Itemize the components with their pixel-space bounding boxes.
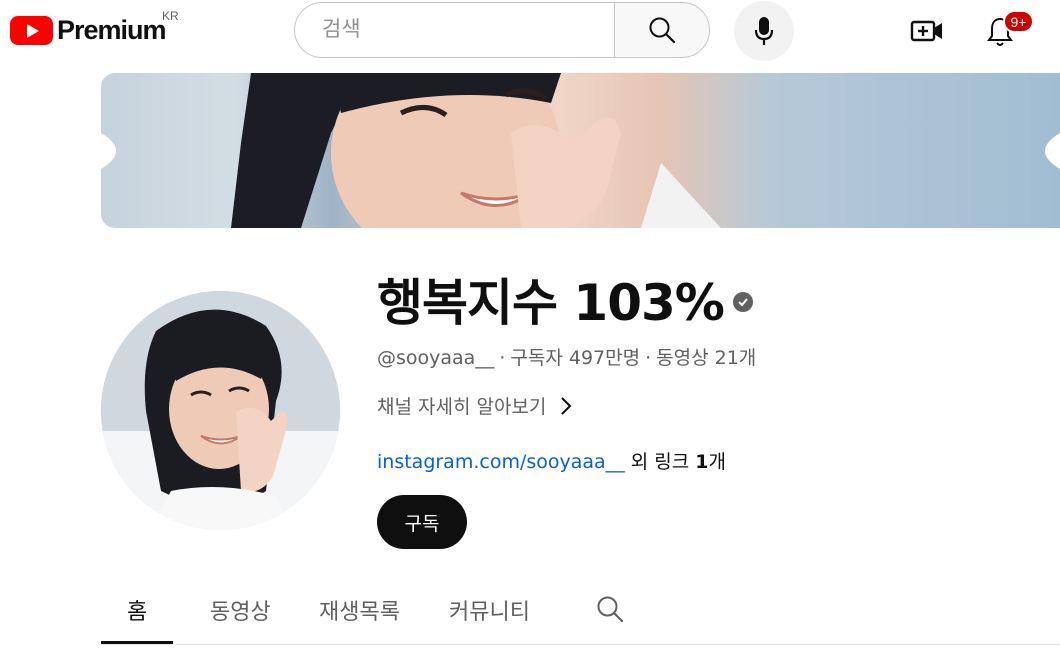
tab-home[interactable]: 홈 bbox=[127, 594, 147, 626]
masthead: Premium KR 9+ bbox=[0, 0, 1060, 64]
logo-text: Premium bbox=[57, 15, 167, 45]
search-icon bbox=[597, 596, 624, 623]
banner-image bbox=[101, 73, 1060, 228]
channel-meta: @sooyaaa__ · 구독자 497만명 · 동영상 21개 bbox=[377, 343, 756, 370]
search-icon bbox=[649, 17, 676, 44]
notification-count-badge: 9+ bbox=[1003, 10, 1034, 33]
mic-icon bbox=[754, 17, 774, 45]
more-links-count[interactable]: 1 bbox=[695, 451, 708, 473]
create-video-icon bbox=[910, 20, 942, 42]
create-button[interactable] bbox=[907, 14, 947, 48]
meta-separator: · bbox=[645, 347, 652, 369]
channel-tabs: 홈 동영상 재생목록 커뮤니티 bbox=[101, 580, 1060, 645]
voice-search-button[interactable] bbox=[734, 1, 794, 61]
channel-banner bbox=[101, 73, 1060, 228]
avatar-image bbox=[101, 291, 340, 530]
channel-links: instagram.com/sooyaaa__ 외 링크 1개 bbox=[377, 447, 726, 474]
tab-community[interactable]: 커뮤니티 bbox=[449, 594, 530, 626]
video-count: 동영상 21개 bbox=[656, 347, 757, 369]
tab-videos[interactable]: 동영상 bbox=[210, 594, 271, 626]
about-label: 채널 자세히 알아보기 bbox=[377, 396, 547, 418]
search-input[interactable] bbox=[320, 16, 604, 42]
tab-playlists[interactable]: 재생목록 bbox=[319, 594, 400, 626]
channel-name-text: 행복지수 103% bbox=[377, 274, 725, 332]
more-links-unit[interactable]: 개 bbox=[708, 451, 725, 473]
search-box bbox=[294, 2, 614, 58]
channel-handle: @sooyaaa__ bbox=[377, 347, 495, 369]
country-code: KR bbox=[162, 9, 179, 23]
subscribe-button[interactable]: 구독 bbox=[377, 495, 467, 549]
channel-name: 행복지수 103% bbox=[377, 263, 753, 335]
meta-separator: · bbox=[499, 347, 506, 369]
youtube-premium-logo[interactable]: Premium bbox=[10, 15, 167, 46]
subscriber-count: 구독자 497만명 bbox=[510, 347, 641, 369]
search-button[interactable] bbox=[614, 2, 710, 58]
channel-search-button[interactable] bbox=[596, 595, 624, 627]
channel-avatar[interactable] bbox=[101, 291, 340, 530]
chevron-right-icon bbox=[561, 396, 572, 415]
channel-about-link[interactable]: 채널 자세히 알아보기 bbox=[377, 392, 572, 419]
youtube-play-icon bbox=[10, 16, 53, 45]
tabs-divider bbox=[101, 644, 1060, 645]
verified-check-icon bbox=[732, 292, 753, 312]
more-links-text[interactable]: 외 링크 bbox=[625, 451, 696, 473]
instagram-link[interactable]: instagram.com/sooyaaa__ bbox=[377, 451, 625, 473]
